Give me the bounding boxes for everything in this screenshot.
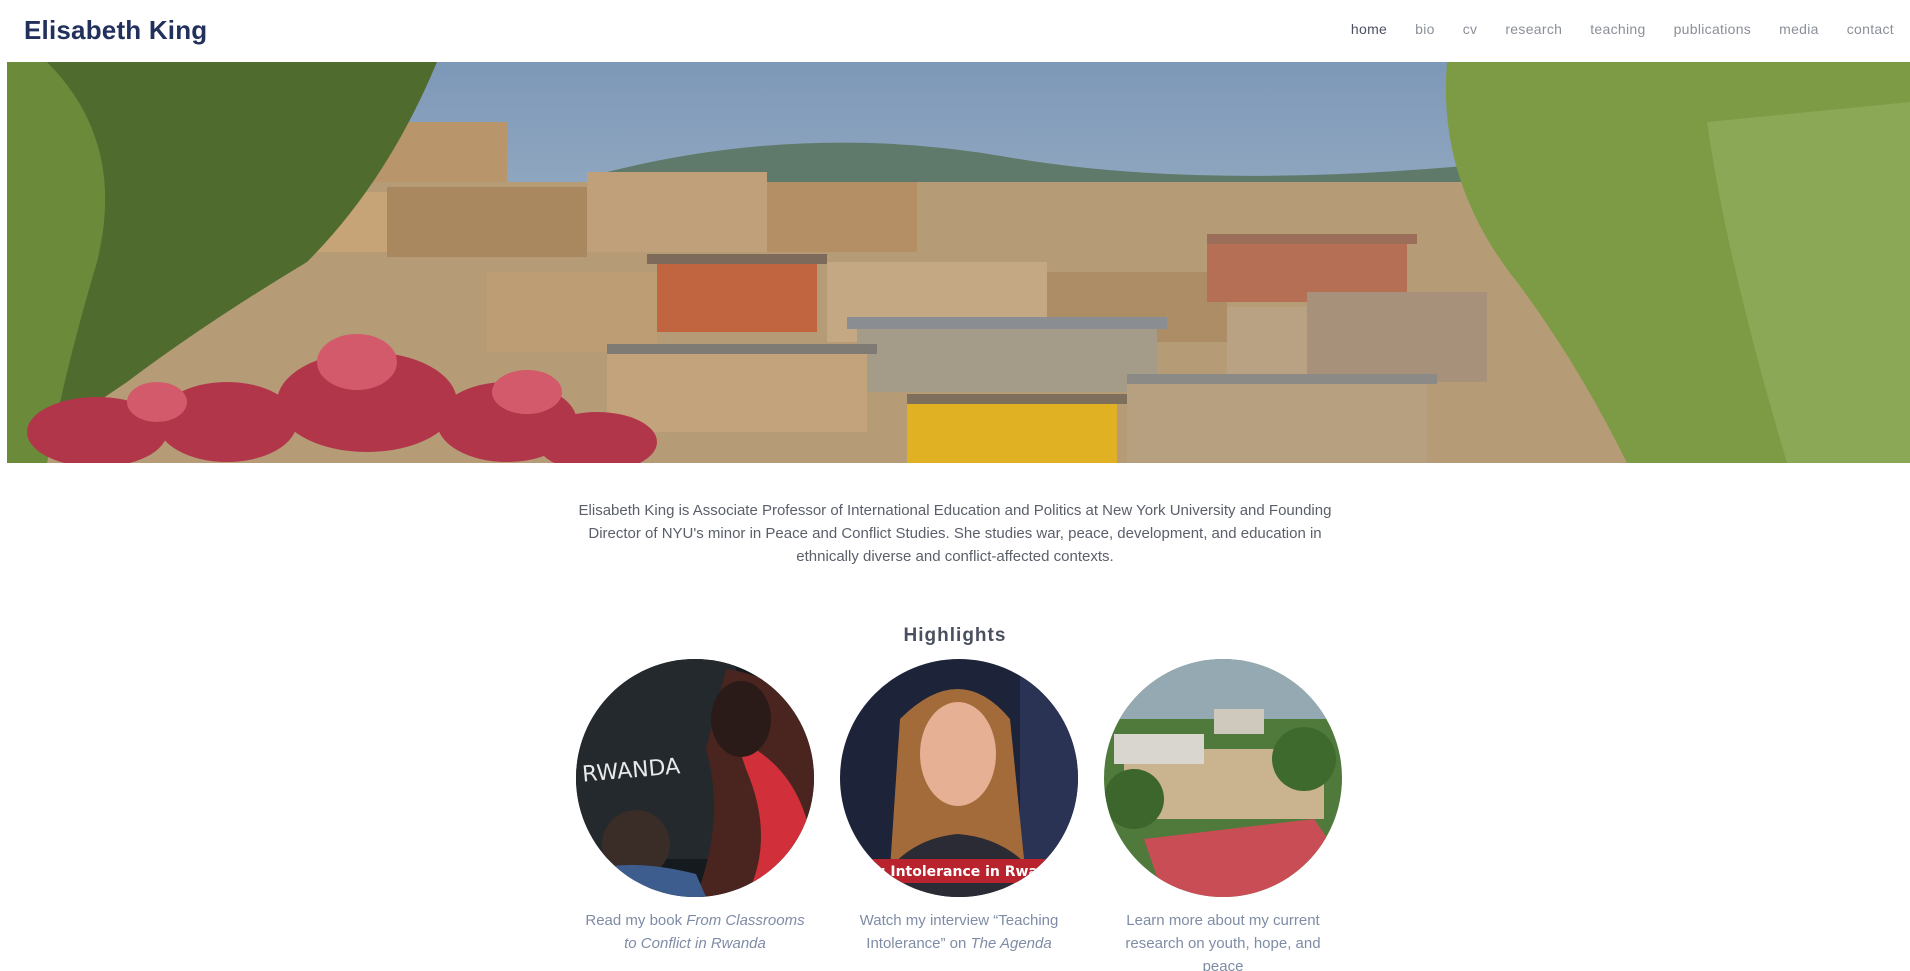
book-image-link[interactable]: RWANDA — [576, 659, 814, 897]
site-title-link[interactable]: Elisabeth King — [24, 15, 207, 46]
interview-still-image: ting Intolerance in Rwa — [840, 659, 1078, 897]
book-caption-link[interactable]: Read my book From Classrooms to Conflict… — [576, 909, 814, 955]
research-image-link[interactable] — [1104, 659, 1342, 897]
nav-item-bio[interactable]: bio — [1415, 21, 1435, 37]
schoolyard-image — [1104, 659, 1342, 897]
highlight-card-research: Learn more about my current research on … — [1104, 659, 1342, 971]
hero-landscape-illustration — [7, 62, 1910, 463]
highlights-heading: Highlights — [903, 625, 1007, 646]
interview-show-name: The Agenda — [970, 935, 1052, 952]
nav-item-teaching[interactable]: teaching — [1590, 21, 1645, 37]
main-nav: home bio cv research teaching publicatio… — [1323, 21, 1894, 37]
interview-caption-link[interactable]: Watch my interview “Teaching Intolerance… — [840, 909, 1078, 955]
site-header: Elisabeth King home bio cv research teac… — [0, 0, 1910, 62]
highlight-card-interview: ting Intolerance in Rwa Watch my intervi… — [840, 659, 1078, 955]
nav-item-publications[interactable]: publications — [1674, 21, 1752, 37]
nav-item-contact[interactable]: contact — [1847, 21, 1894, 37]
hero-banner-image — [7, 62, 1910, 463]
interview-banner-text: ting Intolerance in Rwa — [854, 864, 1038, 880]
highlight-card-book: RWANDA Read my book From Classrooms to C… — [576, 659, 814, 955]
nav-item-media[interactable]: media — [1779, 21, 1819, 37]
intro-paragraph: Elisabeth King is Associate Professor of… — [578, 502, 1332, 565]
book-caption-prefix: Read my book — [585, 912, 687, 929]
classroom-chalkboard-image: RWANDA — [576, 659, 814, 897]
interview-image-link[interactable]: ting Intolerance in Rwa — [840, 659, 1078, 897]
nav-item-research[interactable]: research — [1505, 21, 1562, 37]
research-caption-link[interactable]: Learn more about my current research on … — [1104, 909, 1342, 971]
nav-item-home[interactable]: home — [1351, 21, 1387, 37]
nav-item-cv[interactable]: cv — [1463, 21, 1478, 37]
